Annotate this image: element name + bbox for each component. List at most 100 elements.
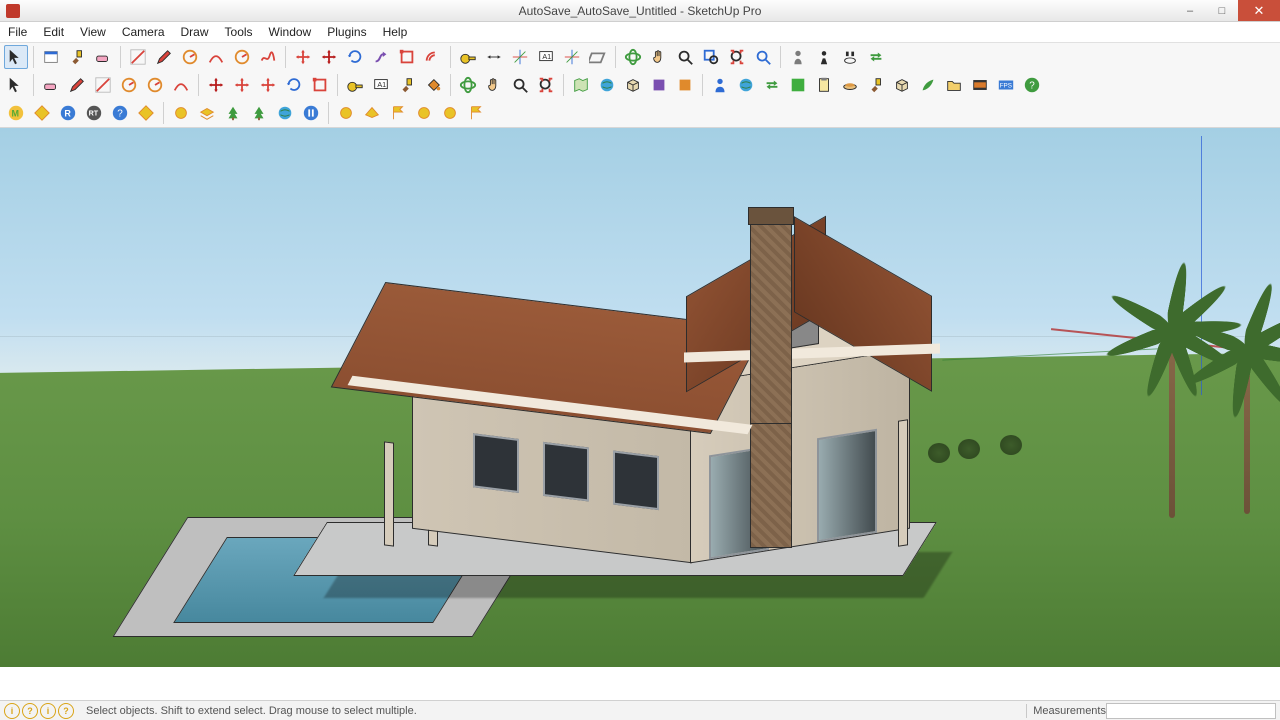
box-orange-tool[interactable] xyxy=(673,73,697,97)
menu-draw[interactable]: Draw xyxy=(173,22,217,43)
globe-tool[interactable] xyxy=(734,73,758,97)
text-tool[interactable]: A1 xyxy=(534,45,558,69)
pencil-tool[interactable] xyxy=(65,73,89,97)
crosshair-tool[interactable] xyxy=(508,45,532,69)
rotate-tool[interactable] xyxy=(343,45,367,69)
paint-tool[interactable] xyxy=(864,73,888,97)
r-badge[interactable]: R xyxy=(56,101,80,125)
select-arrow[interactable] xyxy=(4,73,28,97)
status-badge-icon[interactable]: i xyxy=(40,703,56,719)
window-tool[interactable] xyxy=(39,45,63,69)
close-button[interactable]: ✕ xyxy=(1238,0,1280,21)
zoom-extents-tool[interactable] xyxy=(725,45,749,69)
move-tool[interactable] xyxy=(291,45,315,69)
move-tool[interactable] xyxy=(230,73,254,97)
status-badge-icon[interactable]: ? xyxy=(22,703,38,719)
leaf-tool[interactable] xyxy=(916,73,940,97)
dimension-tool[interactable] xyxy=(482,45,506,69)
freehand-tool[interactable] xyxy=(256,45,280,69)
menu-help[interactable]: Help xyxy=(375,22,416,43)
pencil-tool[interactable] xyxy=(152,45,176,69)
person-blue-tool[interactable] xyxy=(708,73,732,97)
scale-tool[interactable] xyxy=(308,73,332,97)
brush-tool[interactable] xyxy=(395,73,419,97)
dot-y2[interactable] xyxy=(412,101,436,125)
green-square-tool[interactable] xyxy=(786,73,810,97)
arc-tool[interactable] xyxy=(169,73,193,97)
red-move-tool[interactable] xyxy=(204,73,228,97)
clipboard-tool[interactable] xyxy=(812,73,836,97)
folder-tool[interactable] xyxy=(942,73,966,97)
layers-1[interactable] xyxy=(195,101,219,125)
status-badge-icon[interactable]: ? xyxy=(58,703,74,719)
earth-1[interactable] xyxy=(273,101,297,125)
zoom-window-tool[interactable] xyxy=(699,45,723,69)
offset-tool[interactable] xyxy=(421,45,445,69)
pause-1[interactable] xyxy=(299,101,323,125)
toggle-xray-tool[interactable] xyxy=(864,45,888,69)
menu-window[interactable]: Window xyxy=(261,22,320,43)
walk-tool[interactable] xyxy=(812,45,836,69)
flag-y[interactable] xyxy=(386,101,410,125)
pan-tool[interactable] xyxy=(647,45,671,69)
maximize-button[interactable]: □ xyxy=(1206,0,1238,21)
menu-camera[interactable]: Camera xyxy=(114,22,173,43)
protractor-tool[interactable] xyxy=(117,73,141,97)
menu-plugins[interactable]: Plugins xyxy=(319,22,374,43)
m-badge[interactable]: M xyxy=(4,101,28,125)
orbit-tool[interactable] xyxy=(621,45,645,69)
eraser-tool[interactable] xyxy=(91,45,115,69)
zoom-extents-tool[interactable] xyxy=(534,73,558,97)
zoom-previous-tool[interactable] xyxy=(751,45,775,69)
zoom-tool[interactable] xyxy=(673,45,697,69)
circle-1[interactable] xyxy=(169,101,193,125)
select-arrow[interactable] xyxy=(4,45,28,69)
brush-tool[interactable] xyxy=(65,45,89,69)
diagonal-tool[interactable] xyxy=(91,73,115,97)
clock-tool[interactable] xyxy=(143,73,167,97)
text-tool[interactable]: A1 xyxy=(369,73,393,97)
look-around-tool[interactable] xyxy=(838,45,862,69)
paint-bucket-tool[interactable] xyxy=(421,73,445,97)
sphere-tool[interactable] xyxy=(595,73,619,97)
menu-view[interactable]: View xyxy=(72,22,114,43)
menu-file[interactable]: File xyxy=(0,22,35,43)
section-plane-tool[interactable] xyxy=(586,45,610,69)
clock-tool[interactable] xyxy=(230,45,254,69)
plane-y[interactable] xyxy=(360,101,384,125)
tape-measure-tool[interactable] xyxy=(456,45,480,69)
dot-y[interactable] xyxy=(334,101,358,125)
minimize-button[interactable]: – xyxy=(1174,0,1206,21)
eraser-tool[interactable] xyxy=(39,73,63,97)
question-badge[interactable]: ? xyxy=(108,101,132,125)
follow-me-tool[interactable] xyxy=(369,45,393,69)
tree-2[interactable] xyxy=(247,101,271,125)
status-badge-icon[interactable]: i xyxy=(4,703,20,719)
rotate-tool[interactable] xyxy=(282,73,306,97)
scale-tool[interactable] xyxy=(395,45,419,69)
swap-tool[interactable] xyxy=(760,73,784,97)
menu-tools[interactable]: Tools xyxy=(217,22,261,43)
flag-y2[interactable] xyxy=(464,101,488,125)
move-alt-tool[interactable] xyxy=(256,73,280,97)
diamond-y[interactable] xyxy=(30,101,54,125)
fps-tool[interactable]: FPS xyxy=(994,73,1018,97)
zoom-tool[interactable] xyxy=(508,73,532,97)
measurements-input[interactable] xyxy=(1106,703,1276,719)
arc-tool[interactable] xyxy=(204,45,228,69)
menu-edit[interactable]: Edit xyxy=(35,22,72,43)
help-tool[interactable]: ? xyxy=(1020,73,1044,97)
position-camera-tool[interactable] xyxy=(786,45,810,69)
film-tool[interactable] xyxy=(968,73,992,97)
dish-tool[interactable] xyxy=(838,73,862,97)
components-tool[interactable] xyxy=(621,73,645,97)
map-tool[interactable] xyxy=(569,73,593,97)
orbit-tool[interactable] xyxy=(456,73,480,97)
diagonal-tool[interactable] xyxy=(126,45,150,69)
red-move-tool[interactable] xyxy=(317,45,341,69)
tape-measure-tool[interactable] xyxy=(343,73,367,97)
axes-tool[interactable] xyxy=(560,45,584,69)
dot-y3[interactable] xyxy=(438,101,462,125)
viewport-3d[interactable] xyxy=(0,128,1280,667)
tree-1[interactable] xyxy=(221,101,245,125)
